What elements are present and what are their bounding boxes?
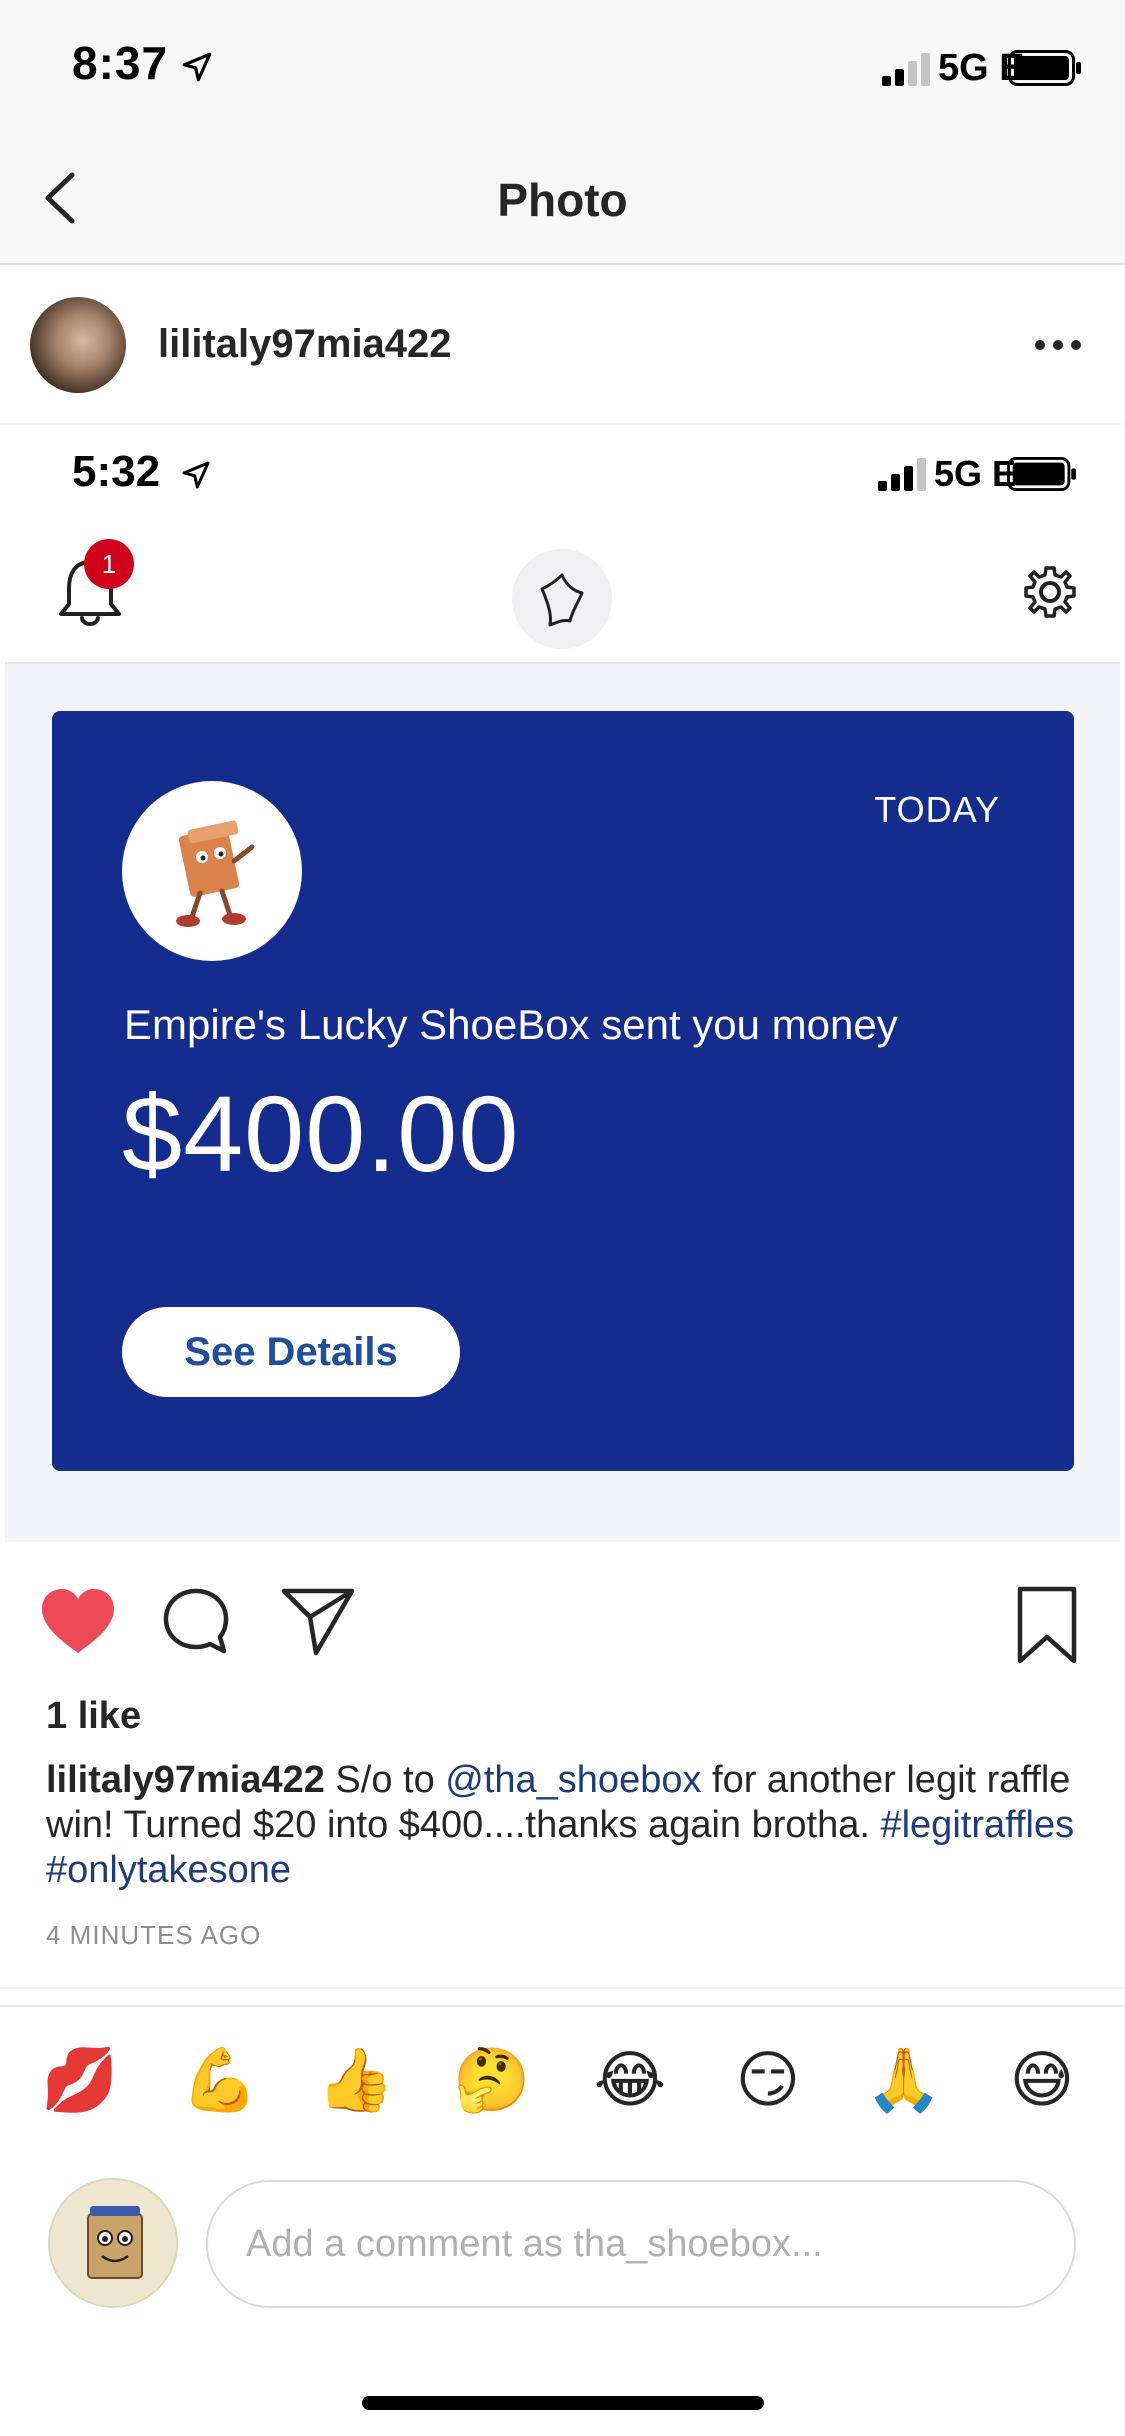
location-arrow-icon xyxy=(182,52,212,82)
inner-signal-icon xyxy=(878,458,926,491)
comment-input[interactable] xyxy=(206,2180,1076,2308)
paypal-logo-icon xyxy=(540,573,584,627)
status-bar: 8:37 5G E xyxy=(0,0,1125,135)
signal-icon xyxy=(882,53,930,86)
more-options-icon[interactable] xyxy=(1030,317,1086,373)
like-heart-icon[interactable] xyxy=(38,1585,118,1657)
settings-gear-icon xyxy=(1024,566,1076,618)
comment-icon[interactable] xyxy=(160,1585,232,1657)
caption-username[interactable]: lilitaly97mia422 xyxy=(46,1759,325,1801)
page-title: Photo xyxy=(497,174,628,226)
emoji-smirk-icon[interactable]: 😏 xyxy=(728,2040,808,2120)
like-count[interactable]: 1 like xyxy=(46,1695,141,1738)
author-username[interactable]: lilitaly97mia422 xyxy=(158,322,452,367)
home-indicator[interactable] xyxy=(362,2396,764,2410)
post-header: lilitaly97mia422 xyxy=(0,267,1125,425)
center-logo xyxy=(512,549,612,649)
emoji-thinking-icon[interactable]: 🤔 xyxy=(452,2040,532,2120)
caption-mention-link[interactable]: @tha_shoebox xyxy=(445,1759,701,1801)
emoji-flexed-biceps-icon[interactable]: 💪 xyxy=(180,2040,260,2120)
emoji-tears-of-joy-icon[interactable]: 😂 xyxy=(590,2040,670,2120)
status-time: 8:37 xyxy=(72,37,169,89)
inner-network-label: 5G E xyxy=(934,453,1017,494)
divider xyxy=(0,1987,1125,1989)
post-photo[interactable]: 5:32 5G E 1 TODAY Empire's Lucky ShoeBox… xyxy=(0,427,1125,1552)
post-actions xyxy=(0,1555,1125,1695)
emoji-thumbs-up-icon[interactable]: 👍 xyxy=(316,2040,396,2120)
divider xyxy=(0,2005,1125,2007)
notification-badge: 1 xyxy=(84,539,134,589)
battery-icon xyxy=(1008,50,1081,86)
post-timestamp: 4 MINUTES AGO xyxy=(46,1920,262,1950)
nav-bar: Photo xyxy=(0,135,1125,265)
shoebox-mascot-icon xyxy=(176,820,255,927)
caption-text-1: S/o to xyxy=(324,1759,446,1801)
share-paper-plane-icon[interactable] xyxy=(280,1585,356,1657)
emoji-kiss-icon[interactable]: 💋 xyxy=(40,2040,120,2120)
emoji-folded-hands-icon[interactable]: 🙏 xyxy=(864,2040,944,2120)
shoebox-logo-icon xyxy=(87,2206,143,2279)
emoji-reaction-bar: 💋 💪 👍 🤔 😂 😏 🙏 😅 xyxy=(0,2040,1125,2130)
commenter-avatar xyxy=(48,2178,178,2308)
payment-card: TODAY Empire's Lucky ShoeBox sent you mo… xyxy=(52,711,1074,1471)
card-date: TODAY xyxy=(874,789,1000,830)
card-amount: $400.00 xyxy=(122,1073,520,1194)
inner-status-time: 5:32 xyxy=(72,447,161,496)
inner-battery-icon xyxy=(1007,457,1076,491)
inner-location-arrow-icon xyxy=(182,461,210,489)
post-caption: lilitaly97mia422 S/o to @tha_shoebox for… xyxy=(46,1758,1086,1893)
see-details-button: See Details xyxy=(122,1307,460,1397)
sender-avatar xyxy=(122,781,302,961)
emoji-sweat-smile-icon[interactable]: 😅 xyxy=(1002,2040,1082,2120)
save-bookmark-icon[interactable] xyxy=(1014,1585,1080,1665)
card-sender-line: Empire's Lucky ShoeBox sent you money xyxy=(124,1001,898,1048)
author-avatar[interactable] xyxy=(30,297,126,393)
